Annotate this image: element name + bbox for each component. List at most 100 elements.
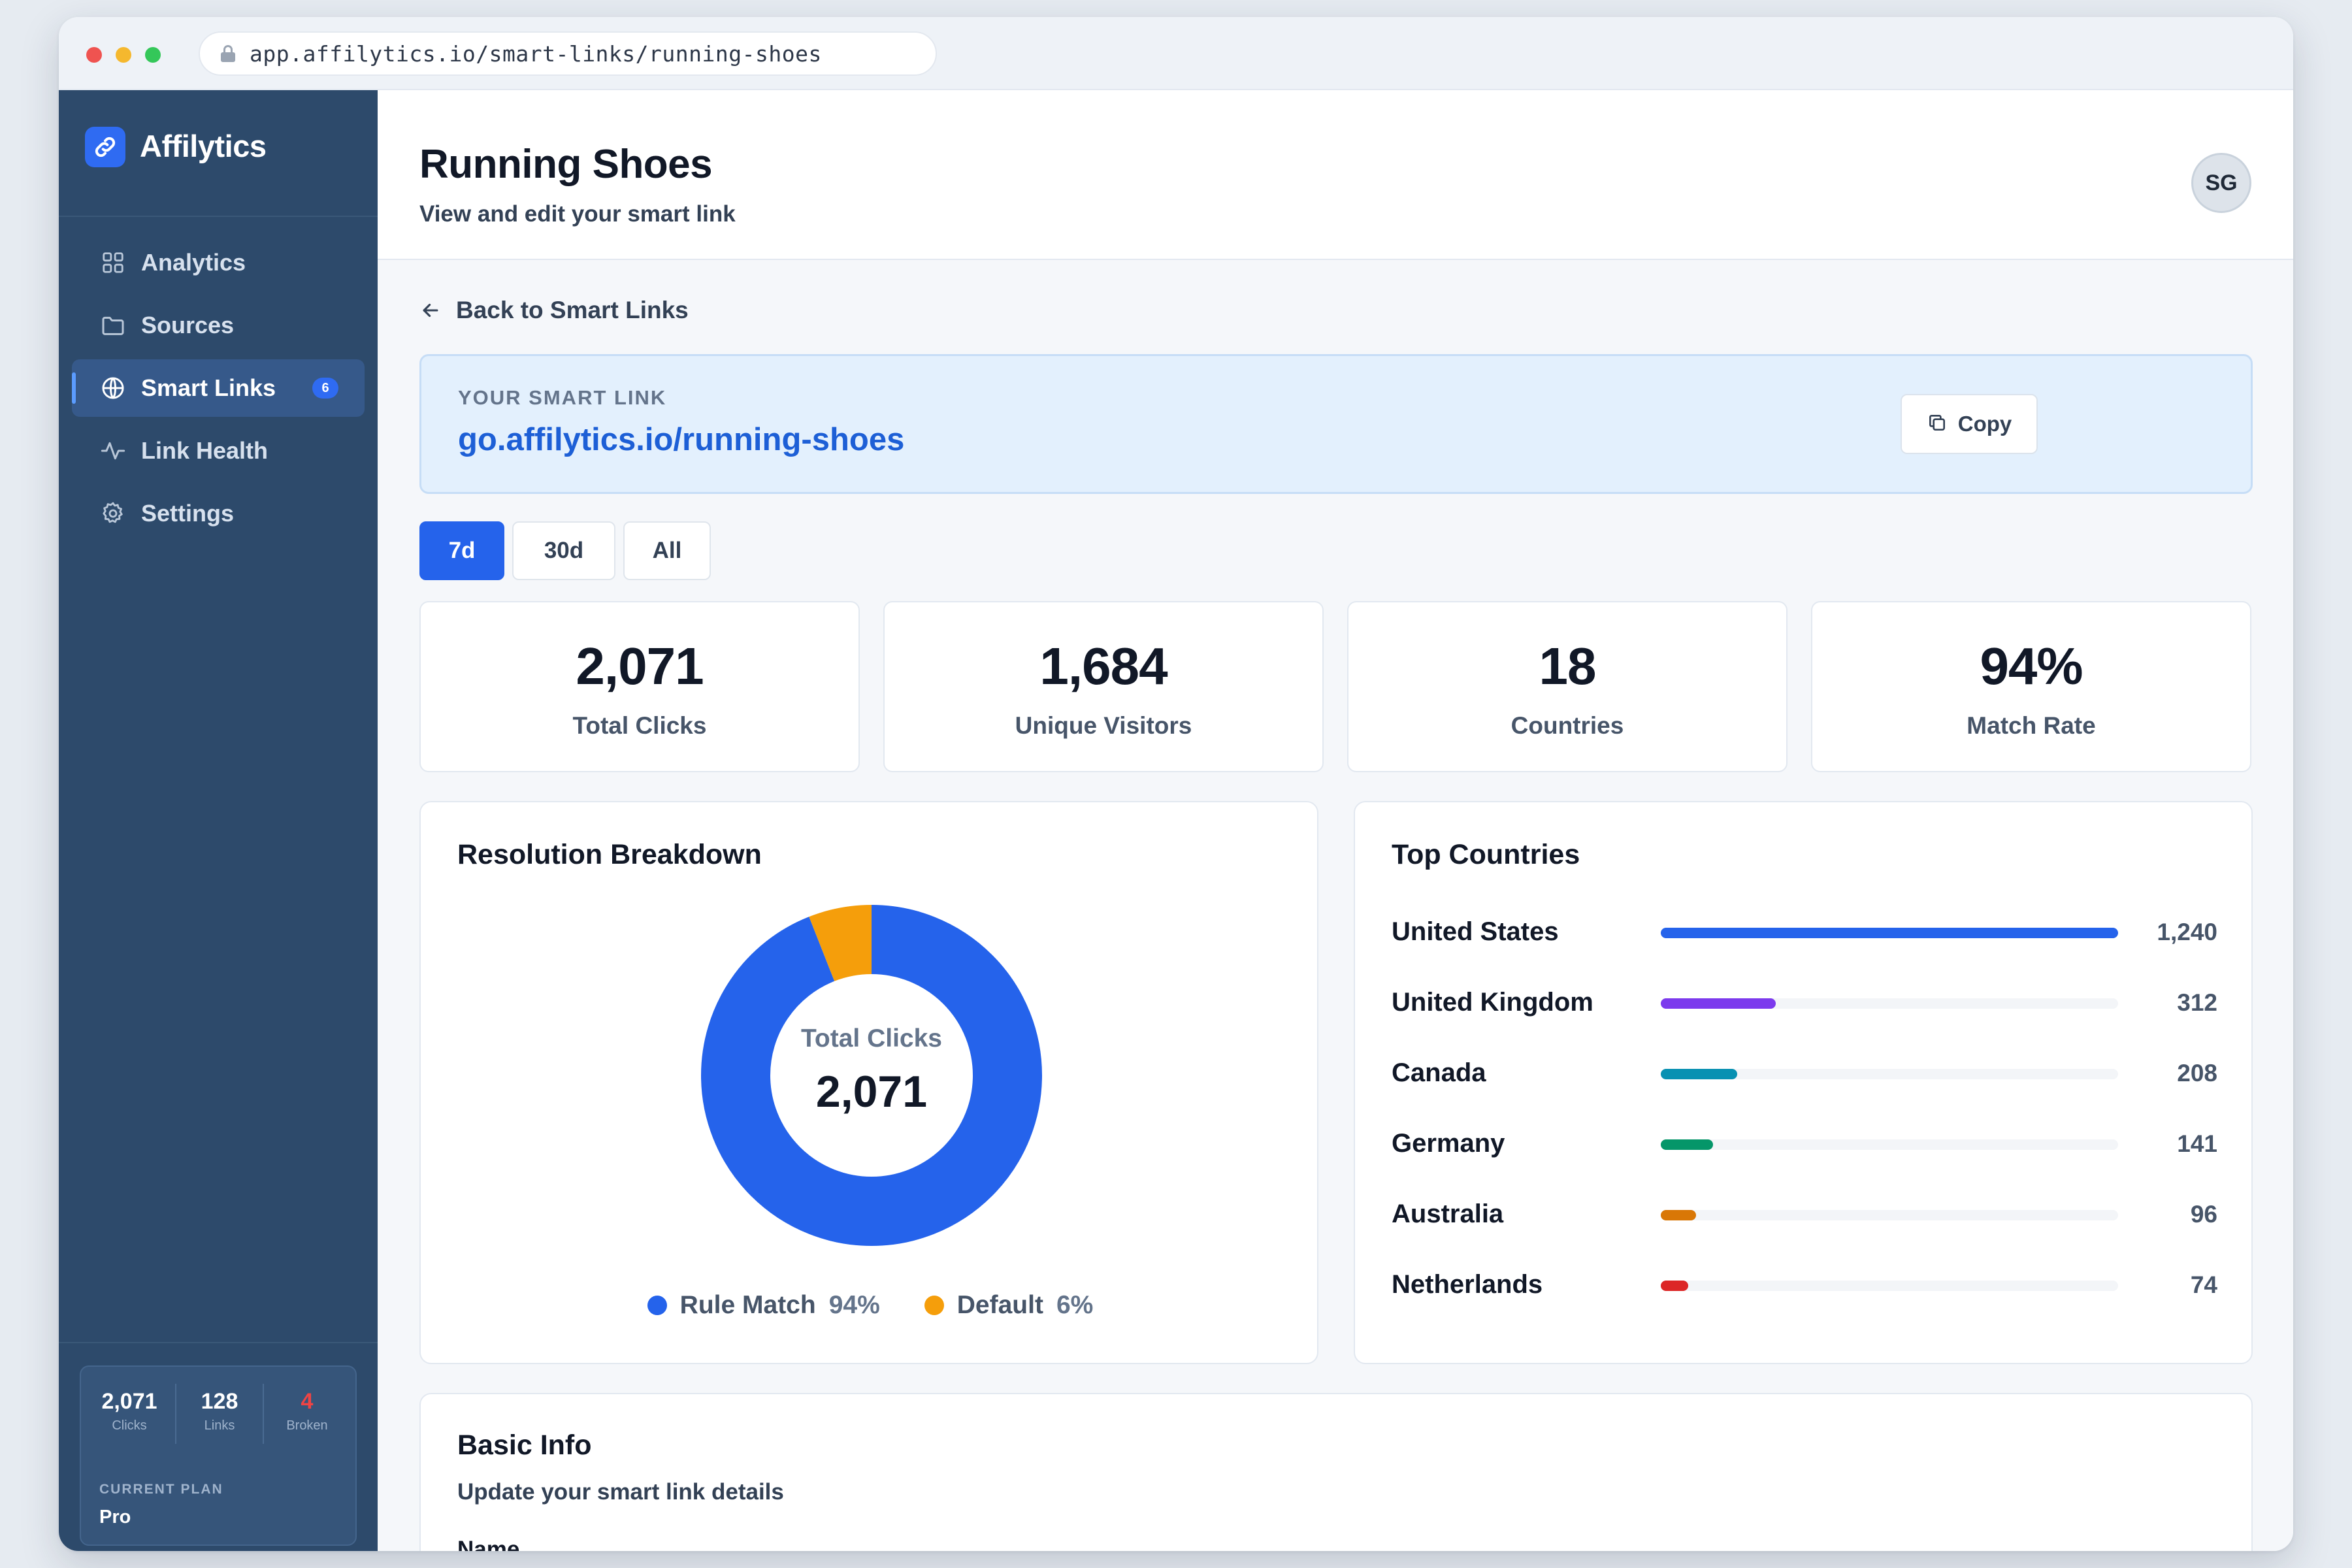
sidebar-item-smart-links[interactable]: Smart Links 6 (72, 359, 365, 417)
legend-name: Rule Match (679, 1291, 816, 1319)
legend-item-default: Default 6% (924, 1291, 1094, 1320)
stat-card-countries: 18 Countries (1347, 601, 1788, 772)
country-bar-track (1661, 1210, 2118, 1220)
range-all-button[interactable]: All (623, 521, 711, 580)
country-row: United States 1,240 (1392, 912, 2217, 951)
account-stats-card: 2,071 Clicks 128 Links 4 Broken CURRENT … (80, 1365, 357, 1546)
sidebar-item-label: Link Health (141, 437, 269, 464)
sidebar-item-label: Smart Links (141, 374, 276, 401)
country-value: 74 (2190, 1271, 2217, 1298)
country-bar-track (1661, 928, 2118, 938)
stat-label: Match Rate (1967, 712, 2096, 739)
legend-name: Default (956, 1291, 1043, 1319)
links-value: 128 (201, 1389, 238, 1414)
stat-value: 2,071 (576, 637, 704, 695)
clicks-value: 2,071 (101, 1389, 157, 1414)
browser-titlebar: app.affilytics.io/smart-links/running-sh… (59, 17, 2293, 90)
country-row: Canada 208 (1392, 1053, 2217, 1092)
legend-pct: 94% (828, 1291, 880, 1319)
brand-name: Affilytics (140, 129, 267, 163)
browser-window: app.affilytics.io/smart-links/running-sh… (59, 17, 2293, 1551)
page-subtitle: View and edit your smart link (419, 201, 736, 227)
stat-value: 18 (1539, 637, 1597, 695)
broken-stat: 4 Broken (264, 1389, 350, 1433)
name-field-label: Name (457, 1537, 520, 1551)
range-7d-button[interactable]: 7d (419, 521, 504, 580)
stat-card-match-rate: 94% Match Rate (1811, 601, 2251, 772)
copy-icon (1927, 412, 1948, 436)
stat-label: Total Clicks (572, 712, 707, 739)
sidebar-item-sources[interactable]: Sources (72, 297, 365, 354)
country-bar (1661, 1139, 1713, 1150)
page-title: Running Shoes (419, 142, 713, 187)
country-name: Canada (1392, 1058, 1486, 1087)
plan-label: CURRENT PLAN (99, 1482, 223, 1497)
chart-legend: Rule Match 94% Default 6% (421, 1291, 1320, 1320)
back-to-smart-links-link[interactable]: Back to Smart Links (419, 297, 689, 324)
stat-label: Countries (1511, 712, 1624, 739)
country-bar-track (1661, 1069, 2118, 1079)
close-window-button[interactable] (86, 47, 102, 63)
copy-button[interactable]: Copy (1901, 394, 2038, 454)
stat-value: 1,684 (1039, 637, 1168, 695)
donut-center-value: 2,071 (815, 1067, 928, 1117)
country-bar (1661, 928, 2118, 938)
stat-card-total-clicks: 2,071 Total Clicks (419, 601, 860, 772)
activity-icon (99, 437, 127, 465)
broken-label: Broken (286, 1418, 328, 1433)
grid-icon (99, 249, 127, 276)
stat-card-unique-visitors: 1,684 Unique Visitors (883, 601, 1324, 772)
country-name: Netherlands (1392, 1270, 1543, 1299)
range-30d-button[interactable]: 30d (512, 521, 615, 580)
country-value: 141 (2177, 1130, 2217, 1157)
links-label: Links (204, 1418, 235, 1433)
country-bar (1661, 1281, 1688, 1291)
legend-dot (647, 1296, 667, 1315)
country-row: Australia 96 (1392, 1194, 2217, 1233)
back-link-label: Back to Smart Links (456, 297, 689, 323)
globe-icon (99, 374, 127, 402)
url-text: app.affilytics.io/smart-links/running-sh… (250, 41, 822, 67)
legend-item-rule-match: Rule Match 94% (647, 1291, 880, 1320)
sidebar-item-label: Analytics (141, 249, 246, 276)
copy-label: Copy (1957, 412, 2012, 436)
top-countries-panel: Top Countries United States 1,240 United K… (1354, 801, 2253, 1364)
smart-link-url[interactable]: go.affilytics.io/running-shoes (458, 421, 904, 458)
country-row: Netherlands 74 (1392, 1265, 2217, 1304)
country-bar (1661, 1210, 1697, 1220)
smart-link-label: YOUR SMART LINK (458, 386, 667, 409)
avatar[interactable]: SG (2191, 153, 2251, 213)
gear-icon (99, 500, 127, 527)
sidebar-item-analytics[interactable]: Analytics (72, 234, 365, 291)
country-row: United Kingdom 312 (1392, 983, 2217, 1022)
smart-link-box: YOUR SMART LINK go.affilytics.io/running… (419, 354, 2253, 494)
sidebar-item-link-health[interactable]: Link Health (72, 422, 365, 480)
links-stat: 128 Links (176, 1389, 263, 1433)
clicks-label: Clicks (112, 1418, 147, 1433)
country-value: 1,240 (2157, 919, 2217, 945)
legend-pct: 6% (1056, 1291, 1094, 1319)
country-name: United Kingdom (1392, 988, 1593, 1017)
folder-icon (99, 312, 127, 339)
section-title: Basic Info (457, 1429, 592, 1461)
count-badge: 6 (312, 378, 339, 399)
main-content: Running Shoes View and edit your smart l… (378, 90, 2293, 1551)
minimize-window-button[interactable] (116, 47, 131, 63)
country-bar (1661, 1069, 1738, 1079)
address-bar[interactable]: app.affilytics.io/smart-links/running-sh… (199, 31, 937, 76)
country-value: 312 (2177, 989, 2217, 1016)
sidebar-item-settings[interactable]: Settings (72, 485, 365, 542)
sidebar: Affilytics Analytics Sources Smart Links… (59, 90, 378, 1551)
country-value: 208 (2177, 1060, 2217, 1086)
broken-value: 4 (301, 1389, 314, 1414)
sidebar-item-label: Settings (141, 500, 235, 527)
panel-title: Resolution Breakdown (457, 839, 762, 870)
maximize-window-button[interactable] (145, 47, 161, 63)
plan-value: Pro (99, 1507, 131, 1527)
basic-info-card: Basic Info Update your smart link detail… (419, 1393, 2253, 1551)
country-bar (1661, 998, 1776, 1009)
country-name: Germany (1392, 1129, 1505, 1158)
divider (59, 1342, 378, 1343)
page-header: Running Shoes View and edit your smart l… (378, 90, 2293, 260)
country-bar-track (1661, 1139, 2118, 1150)
